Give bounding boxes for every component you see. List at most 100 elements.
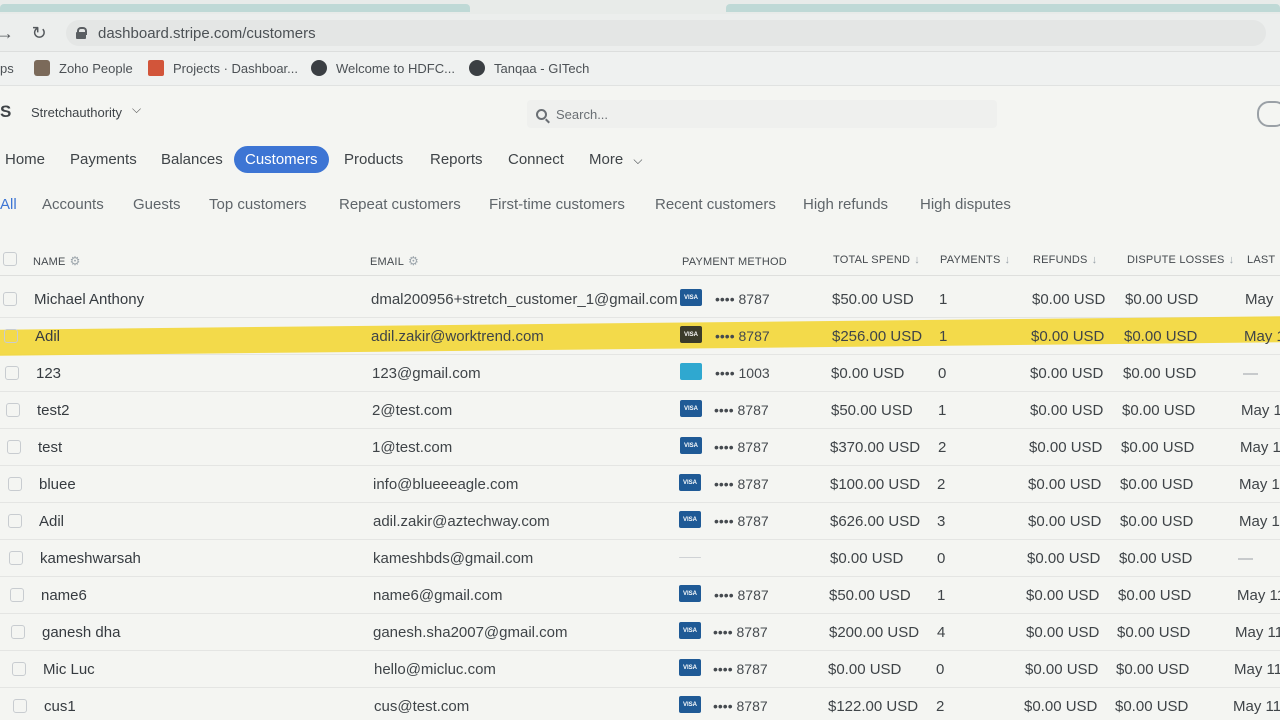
reload-icon[interactable]: ↻ <box>28 22 50 44</box>
customer-name[interactable]: test <box>38 439 62 456</box>
payment-count: 1 <box>939 291 948 308</box>
bookmark-zoho-people[interactable]: Zoho People <box>34 60 133 76</box>
table-row[interactable]: kameshwarsah kameshbds@gmail.com $0.00 USD… <box>0 540 1280 577</box>
chevron-down-icon[interactable]: ⌵ <box>132 102 141 117</box>
table-row[interactable]: test2 2@test.com VISA •••• 8787 $50.00 USD 1 $… <box>0 392 1280 429</box>
row-checkbox[interactable] <box>5 366 19 380</box>
row-checkbox[interactable] <box>10 588 24 602</box>
browser-tab[interactable] <box>0 4 470 12</box>
tab-accounts[interactable]: Accounts <box>42 196 104 213</box>
card-last4: •••• 8787 <box>713 624 768 640</box>
refunds-amount: $0.00 USD <box>1026 587 1100 604</box>
last-payment-date: May <box>1245 291 1274 308</box>
customer-name[interactable]: kameshwarsah <box>40 550 141 567</box>
account-switcher[interactable]: Stretchauthority <box>31 105 122 120</box>
bookmark-projects[interactable]: Projects · Dashboar... <box>148 60 298 76</box>
nav-home[interactable]: Home <box>5 151 45 168</box>
row-checkbox[interactable] <box>7 440 21 454</box>
column-last[interactable]: LAST <box>1247 254 1275 266</box>
tab-top-customers[interactable]: Top customers <box>209 196 307 213</box>
nav-balances[interactable]: Balances <box>161 151 223 168</box>
row-checkbox[interactable] <box>9 551 23 565</box>
nav-customers[interactable]: Customers <box>234 146 329 173</box>
table-row[interactable]: Michael Anthony dmal200956+stretch_custom… <box>0 281 1280 318</box>
row-checkbox[interactable] <box>3 292 17 306</box>
table-row[interactable]: 123 123@gmail.com •••• 1003 $0.00 USD 0 $0.00… <box>0 355 1280 392</box>
column-dispute-losses[interactable]: DISPUTE LOSSES ↓ <box>1127 254 1234 266</box>
customer-filter-tabs: All Accounts Guests Top customers Repeat… <box>0 192 1280 220</box>
browser-tab-strip <box>0 0 1280 14</box>
dispute-losses-amount: $0.00 USD <box>1120 513 1194 530</box>
column-payments[interactable]: PAYMENTS ↓ <box>940 254 1010 266</box>
bookmark-hdfc[interactable]: Welcome to HDFC... <box>311 60 455 76</box>
row-checkbox[interactable] <box>8 514 22 528</box>
bookmark-label: Tanqaa - GITech <box>494 60 590 76</box>
column-name[interactable]: NAME ⚙ <box>33 254 81 268</box>
forward-arrow-icon[interactable]: → <box>0 22 16 44</box>
visa-card-icon: VISA <box>680 326 702 343</box>
table-row[interactable]: cus1 cus@test.com VISA •••• 8787 $122.00 USD… <box>0 688 1280 720</box>
row-checkbox[interactable] <box>13 699 27 713</box>
customer-name[interactable]: Mic Luc <box>43 661 95 678</box>
column-label: DISPUTE LOSSES <box>1127 254 1225 266</box>
row-checkbox[interactable] <box>8 477 22 491</box>
dispute-losses-amount: $0.00 USD <box>1123 365 1197 382</box>
tab-guests[interactable]: Guests <box>133 196 181 213</box>
tab-repeat-customers[interactable]: Repeat customers <box>339 196 461 213</box>
column-payment-method[interactable]: PAYMENT METHOD <box>682 256 787 268</box>
column-total-spend[interactable]: TOTAL SPEND ↓ <box>833 254 920 266</box>
nav-more[interactable]: More ⌵ <box>589 151 642 168</box>
card-last4: •••• 8787 <box>714 476 769 492</box>
nav-payments[interactable]: Payments <box>70 151 137 168</box>
table-row[interactable]: test 1@test.com VISA •••• 8787 $370.00 USD 2 $… <box>0 429 1280 466</box>
row-checkbox[interactable] <box>11 625 25 639</box>
customer-name[interactable]: Adil <box>35 328 60 345</box>
customer-name[interactable]: 123 <box>36 365 61 382</box>
customer-name[interactable]: ganesh dha <box>42 624 120 641</box>
bookmark-apps[interactable]: ps <box>0 61 14 76</box>
row-checkbox[interactable] <box>4 329 18 343</box>
customer-name[interactable]: bluee <box>39 476 76 493</box>
table-row[interactable]: ganesh dha ganesh.sha2007@gmail.com VISA ••… <box>0 614 1280 651</box>
card-last4: •••• 8787 <box>714 402 769 418</box>
sort-arrow-icon: ↓ <box>1091 254 1098 266</box>
select-all-checkbox[interactable] <box>3 252 17 266</box>
table-row[interactable]: Adil adil.zakir@aztechway.com VISA •••• 878… <box>0 503 1280 540</box>
table-row[interactable]: Adil adil.zakir@worktrend.com VISA •••• 878… <box>0 318 1280 355</box>
customer-name[interactable]: test2 <box>37 402 70 419</box>
search-input[interactable]: Search... <box>527 100 997 128</box>
table-row[interactable]: name6 name6@gmail.com VISA •••• 8787 $50.00 … <box>0 577 1280 614</box>
customer-name[interactable]: name6 <box>41 587 87 604</box>
table-row[interactable]: Mic Luc hello@micluc.com VISA •••• 8787 $0.0… <box>0 651 1280 688</box>
last-payment-date: May 11, <box>1237 587 1280 604</box>
browser-tab[interactable] <box>726 4 1280 12</box>
visa-card-icon: VISA <box>679 659 701 676</box>
refunds-amount: $0.00 USD <box>1025 661 1099 678</box>
gear-icon[interactable]: ⚙ <box>70 254 81 268</box>
tab-high-refunds[interactable]: High refunds <box>803 196 888 213</box>
tab-all[interactable]: All <box>0 196 17 213</box>
bookmark-label: Projects · Dashboar... <box>173 60 298 76</box>
customer-name[interactable]: Michael Anthony <box>34 291 144 308</box>
column-email[interactable]: EMAIL ⚙ <box>370 254 419 268</box>
tab-recent-customers[interactable]: Recent customers <box>655 196 776 213</box>
nav-connect[interactable]: Connect <box>508 151 564 168</box>
card-last4: •••• 8787 <box>713 698 768 714</box>
stripe-logo[interactable]: S <box>0 102 11 122</box>
table-row[interactable]: bluee info@blueeeagle.com VISA •••• 8787 $10… <box>0 466 1280 503</box>
nav-reports[interactable]: Reports <box>430 151 483 168</box>
row-checkbox[interactable] <box>6 403 20 417</box>
customer-name[interactable]: cus1 <box>44 698 76 715</box>
gear-icon[interactable]: ⚙ <box>408 254 419 268</box>
column-refunds[interactable]: REFUNDS ↓ <box>1033 254 1097 266</box>
url-text: dashboard.stripe.com/customers <box>98 24 316 42</box>
bookmark-tanqaa[interactable]: Tanqaa - GITech <box>469 60 589 76</box>
header-action-button[interactable] <box>1257 101 1280 127</box>
address-bar[interactable]: dashboard.stripe.com/customers <box>66 20 1266 46</box>
nav-products[interactable]: Products <box>344 151 403 168</box>
globe-icon <box>311 60 327 76</box>
tab-first-time-customers[interactable]: First-time customers <box>489 196 625 213</box>
tab-high-disputes[interactable]: High disputes <box>920 196 1011 213</box>
customer-name[interactable]: Adil <box>39 513 64 530</box>
row-checkbox[interactable] <box>12 662 26 676</box>
